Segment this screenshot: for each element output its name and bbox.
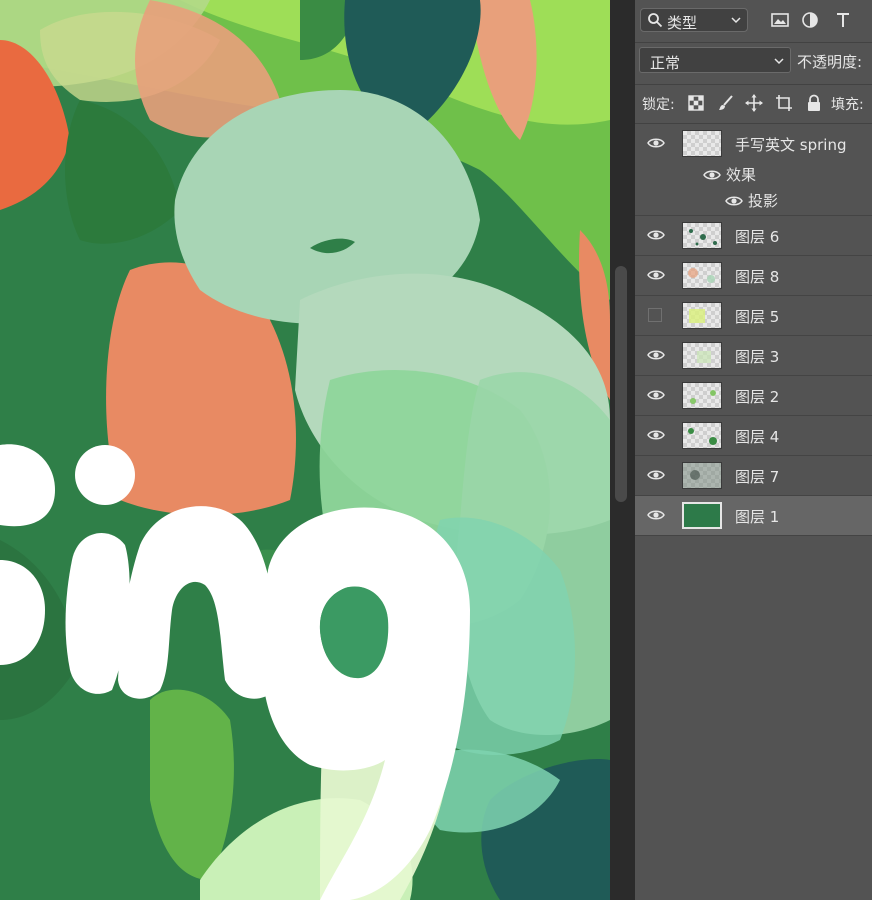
layer-name: 手写英文 spring	[735, 136, 847, 154]
layer-row-6[interactable]: 图层 6	[635, 216, 872, 256]
layer-thumbnail	[682, 222, 722, 249]
chevron-down-icon	[731, 17, 741, 24]
lock-position-icon[interactable]	[745, 94, 763, 112]
layer-row-7[interactable]: 图层 7	[635, 456, 872, 496]
layer-thumbnail	[682, 130, 722, 157]
layer-thumbnail	[682, 502, 722, 529]
layer-thumbnail	[682, 262, 722, 289]
layer-thumbnail	[682, 422, 722, 449]
effects-label: 效果	[726, 166, 757, 184]
drop-shadow-row[interactable]: 投影	[635, 188, 872, 212]
adjustment-filter-icon[interactable]	[800, 10, 820, 30]
lock-artboard-icon[interactable]	[775, 94, 793, 112]
eye-icon[interactable]	[647, 388, 665, 402]
layer-filter-dropdown[interactable]: 类型	[640, 8, 748, 32]
lock-transparent-icon[interactable]	[687, 94, 705, 112]
eye-icon[interactable]	[647, 228, 665, 242]
visibility-toggle-off[interactable]	[648, 308, 662, 322]
lock-paint-icon[interactable]	[717, 94, 735, 112]
layer-name: 图层 7	[735, 468, 780, 486]
effects-row[interactable]: 效果	[635, 162, 872, 186]
eye-icon[interactable]	[647, 508, 665, 522]
lock-all-icon[interactable]	[805, 94, 823, 112]
eye-icon[interactable]	[647, 268, 665, 282]
layer-row-2[interactable]: 图层 2	[635, 376, 872, 416]
layer-name: 图层 4	[735, 428, 780, 446]
layer-row-1[interactable]: 图层 1	[635, 496, 872, 536]
eye-icon[interactable]	[647, 428, 665, 442]
blend-mode-dropdown[interactable]: 正常	[639, 47, 791, 73]
lock-bar: 锁定: 填充:	[635, 84, 872, 124]
layer-name: 图层 8	[735, 268, 780, 286]
layers-panel: 类型 正常 不透明度: 锁定: 填充: 手写英文 spring 效果 投影 图层…	[635, 0, 872, 900]
eye-icon[interactable]	[647, 348, 665, 362]
layer-thumbnail	[682, 302, 722, 329]
canvas-scrollbar[interactable]	[615, 266, 627, 502]
layer-name: 图层 5	[735, 308, 780, 326]
fill-label: 填充:	[831, 97, 864, 113]
eye-icon[interactable]	[647, 136, 665, 150]
eye-icon[interactable]	[703, 168, 721, 182]
layer-row-8[interactable]: 图层 8	[635, 256, 872, 296]
blend-mode-value: 正常	[650, 54, 681, 72]
search-icon	[648, 13, 663, 28]
layer-row-spring-text[interactable]: 手写英文 spring 效果 投影	[635, 124, 872, 216]
layer-thumbnail	[682, 462, 722, 489]
filter-type-label: 类型	[667, 14, 698, 32]
opacity-label: 不透明度:	[797, 53, 863, 71]
layer-thumbnail	[682, 342, 722, 369]
layer-name: 图层 2	[735, 388, 780, 406]
layer-row-5[interactable]: 图层 5	[635, 296, 872, 336]
lock-label: 锁定:	[642, 97, 675, 113]
layer-name: 图层 1	[735, 508, 780, 526]
layer-row-4[interactable]: 图层 4	[635, 416, 872, 456]
eye-icon[interactable]	[647, 468, 665, 482]
layer-filter-bar: 类型	[635, 0, 872, 43]
layer-thumbnail	[682, 382, 722, 409]
artwork	[0, 0, 610, 900]
image-filter-icon[interactable]	[770, 10, 790, 30]
layer-row-3[interactable]: 图层 3	[635, 336, 872, 376]
chevron-down-icon	[774, 58, 784, 65]
drop-shadow-label: 投影	[748, 192, 779, 210]
layer-name: 图层 3	[735, 348, 780, 366]
text-filter-icon[interactable]	[833, 10, 853, 30]
document-canvas[interactable]	[0, 0, 610, 900]
layer-name: 图层 6	[735, 228, 780, 246]
eye-icon[interactable]	[725, 194, 743, 208]
